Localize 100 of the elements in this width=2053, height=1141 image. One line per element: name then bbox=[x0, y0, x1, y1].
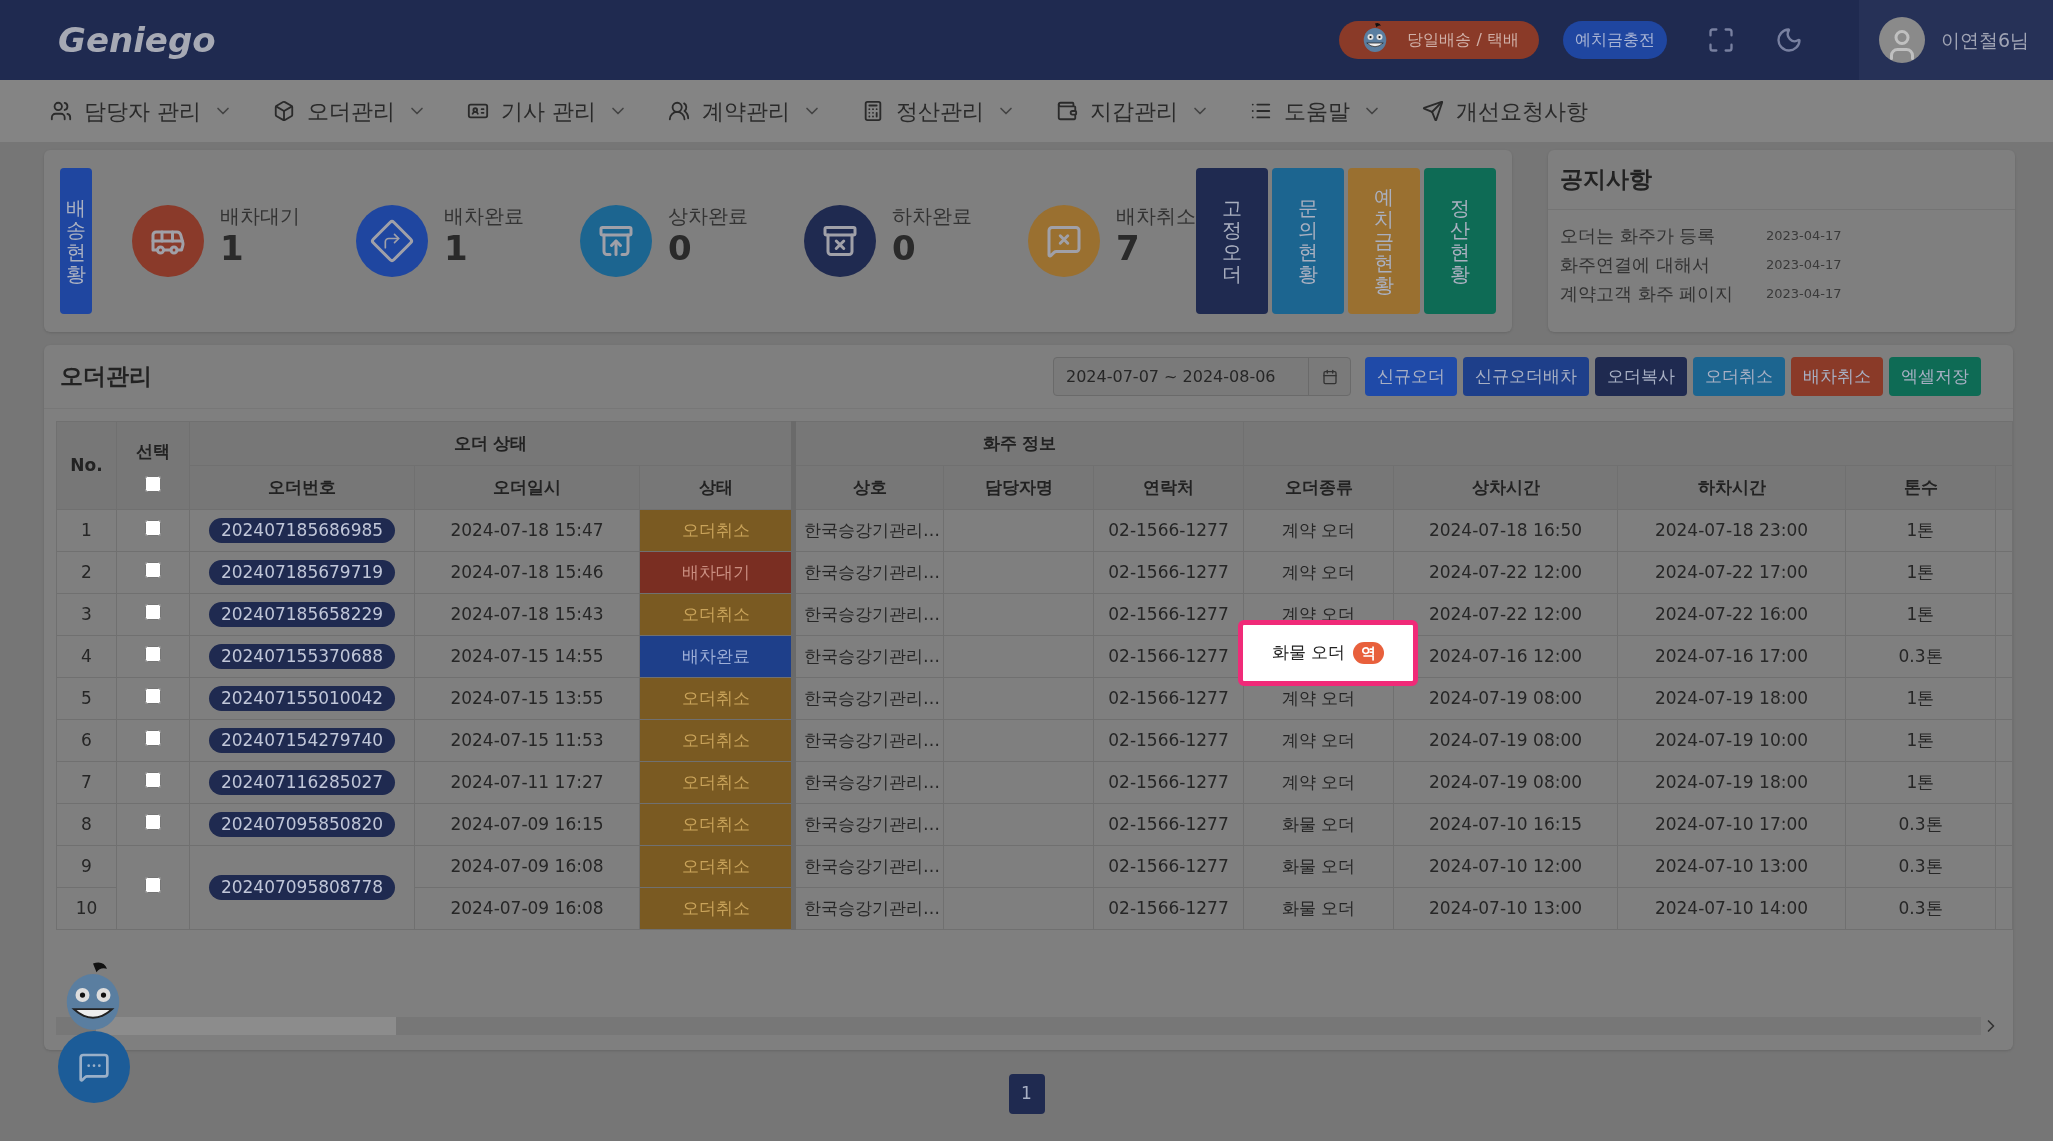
toolbar-button[interactable]: 엑셀저장 bbox=[1889, 357, 1981, 396]
order-type: 화물 오더 bbox=[1281, 897, 1356, 918]
order-type: 계약 오더 bbox=[1281, 519, 1356, 540]
date-range-field[interactable]: 2024-07-07 ~ 2024-08-06 bbox=[1053, 357, 1351, 396]
row-checkbox[interactable] bbox=[145, 771, 161, 788]
table-cell: 02-1566-1277 bbox=[1093, 509, 1244, 552]
row-number: 1 bbox=[56, 509, 117, 552]
status-count: 1 bbox=[444, 231, 469, 265]
table-cell: 02-1566-1277 bbox=[1093, 761, 1244, 804]
menu-item[interactable]: 지갑관리 bbox=[1056, 94, 1210, 128]
box-icon bbox=[273, 100, 295, 122]
notice-link[interactable]: 화주연결에 대해서 bbox=[1560, 251, 1750, 278]
toolbar-button[interactable]: 신규오더 bbox=[1365, 357, 1457, 396]
row-number: 9 bbox=[56, 845, 117, 888]
table-cell: 2024-07-19 08:00 bbox=[1393, 677, 1618, 720]
shortcut-button[interactable]: 문의현황 bbox=[1272, 168, 1344, 314]
row-number: 6 bbox=[56, 719, 117, 762]
table-cell: 2024-07-10 13:00 bbox=[1393, 887, 1618, 930]
row-checkbox[interactable] bbox=[145, 603, 161, 620]
toolbar-button[interactable]: 배차취소 bbox=[1791, 357, 1883, 396]
row-number: 4 bbox=[56, 635, 117, 678]
table-cell: 2024-07-10 17:00 bbox=[1617, 803, 1846, 846]
status-count: 1 bbox=[220, 231, 245, 265]
row-checkbox[interactable] bbox=[145, 687, 161, 704]
row-checkbox[interactable] bbox=[145, 645, 161, 662]
send-icon bbox=[1422, 100, 1444, 122]
table-cell: 0.3톤 bbox=[1845, 887, 1996, 930]
row-checkbox[interactable] bbox=[145, 519, 161, 536]
menu-item[interactable]: 정산관리 bbox=[862, 94, 1016, 128]
moon-icon[interactable] bbox=[1775, 26, 1803, 54]
same-day-delivery-button[interactable]: 당일배송 / 택배 bbox=[1339, 21, 1539, 59]
table-cell: 2024-07-15 11:53 bbox=[414, 719, 640, 762]
table-cell: 2024-07-09 16:08 bbox=[414, 887, 640, 930]
shortcut-button[interactable]: 고정오더 bbox=[1196, 168, 1268, 314]
row-checkbox[interactable] bbox=[145, 876, 161, 893]
table-cell: 02-1566-1277 bbox=[1093, 803, 1244, 846]
order-number-link[interactable]: 202407155370688 bbox=[208, 643, 396, 670]
order-type: 화물 오더 bbox=[1271, 641, 1346, 665]
order-number-link[interactable]: 202407116285027 bbox=[208, 769, 396, 796]
table-cell: 1톤 bbox=[1845, 677, 1996, 720]
deposit-charge-button[interactable]: 예치금충전 bbox=[1563, 21, 1667, 59]
table-cell: 2024-07-09 16:15 bbox=[414, 803, 640, 846]
notice-link[interactable]: 오더는 화주가 등록 bbox=[1560, 222, 1750, 249]
table-cell: 0.3톤 bbox=[1845, 803, 1996, 846]
menu-item[interactable]: 담당자 관리 bbox=[50, 94, 233, 128]
row-checkbox[interactable] bbox=[145, 561, 161, 578]
table-cell: 02-1566-1277 bbox=[1093, 845, 1244, 888]
status-count: 0 bbox=[892, 231, 917, 265]
group-header: 화주 정보 bbox=[982, 432, 1057, 453]
table-cell: 2024-07-19 08:00 bbox=[1393, 761, 1618, 804]
table-cell: 2024-07-15 13:55 bbox=[414, 677, 640, 720]
table-cell: 2024-07-18 15:43 bbox=[414, 593, 640, 636]
table-cell: 한국승강기관리… bbox=[793, 677, 944, 720]
shortcut-button[interactable]: 정산현황 bbox=[1424, 168, 1496, 314]
status-cell: 오더취소 bbox=[639, 845, 794, 888]
table-cell: 한국승강기관리… bbox=[793, 761, 944, 804]
table-cell: 한국승강기관리… bbox=[793, 551, 944, 594]
select-all-checkbox[interactable] bbox=[145, 476, 161, 493]
delivery-status-button[interactable]: 배송현황 bbox=[60, 168, 92, 314]
table-cell: 2024-07-09 16:08 bbox=[414, 845, 640, 888]
order-number-link[interactable]: 202407185679719 bbox=[208, 559, 396, 586]
menu-item[interactable]: 도움말 bbox=[1250, 94, 1382, 128]
row-checkbox[interactable] bbox=[145, 729, 161, 746]
user-panel[interactable]: 이연철6님 bbox=[1859, 0, 2053, 80]
row-number: 8 bbox=[56, 803, 117, 846]
order-number-link[interactable]: 202407154279740 bbox=[208, 727, 396, 754]
toolbar-button[interactable]: 오더취소 bbox=[1693, 357, 1785, 396]
fullscreen-icon[interactable] bbox=[1707, 26, 1735, 54]
table-cell: 2024-07-22 16:00 bbox=[1617, 593, 1846, 636]
column-header: 오더번호 bbox=[189, 465, 415, 510]
chat-icon bbox=[78, 1051, 110, 1083]
table-cell: 1톤 bbox=[1845, 719, 1996, 762]
menu-item[interactable]: 오더관리 bbox=[273, 94, 427, 128]
menu-item[interactable]: 기사 관리 bbox=[467, 94, 628, 128]
order-type: 계약 오더 bbox=[1281, 687, 1356, 708]
order-number-link[interactable]: 202407095850820 bbox=[208, 811, 396, 838]
status-cell: 오더취소 bbox=[639, 761, 794, 804]
toolbar-button[interactable]: 신규오더배차 bbox=[1463, 357, 1589, 396]
table-cell: 2024-07-10 12:00 bbox=[1393, 845, 1618, 888]
order-type: 계약 오더 bbox=[1281, 561, 1356, 582]
menu-item[interactable]: 개선요청사항 bbox=[1422, 94, 1588, 128]
order-number-link[interactable]: 202407185658229 bbox=[208, 601, 396, 628]
people-icon bbox=[668, 100, 690, 122]
toolbar-button[interactable]: 오더복사 bbox=[1595, 357, 1687, 396]
table-cell: 한국승강기관리… bbox=[793, 887, 944, 930]
order-number-link[interactable]: 202407095808778 bbox=[208, 874, 396, 901]
table-cell: 2024-07-19 08:00 bbox=[1393, 719, 1618, 762]
table-cell: 2024-07-18 15:47 bbox=[414, 509, 640, 552]
status-cell: 오더취소 bbox=[639, 803, 794, 846]
order-number-link[interactable]: 202407185686985 bbox=[208, 517, 396, 544]
notice-title: 공지사항 bbox=[1560, 165, 1652, 195]
table-cell: 1톤 bbox=[1845, 761, 1996, 804]
shortcut-button[interactable]: 예치금현황 bbox=[1348, 168, 1420, 314]
menu-item[interactable]: 계약관리 bbox=[668, 94, 822, 128]
notice-link[interactable]: 계약고객 화주 페이지 bbox=[1560, 280, 1750, 307]
column-header: No. bbox=[56, 421, 117, 510]
order-number-link[interactable]: 202407155010042 bbox=[208, 685, 396, 712]
horizontal-scrollbar[interactable] bbox=[56, 1017, 1981, 1035]
page-button[interactable]: 1 bbox=[1008, 1074, 1045, 1114]
row-checkbox[interactable] bbox=[145, 813, 161, 830]
